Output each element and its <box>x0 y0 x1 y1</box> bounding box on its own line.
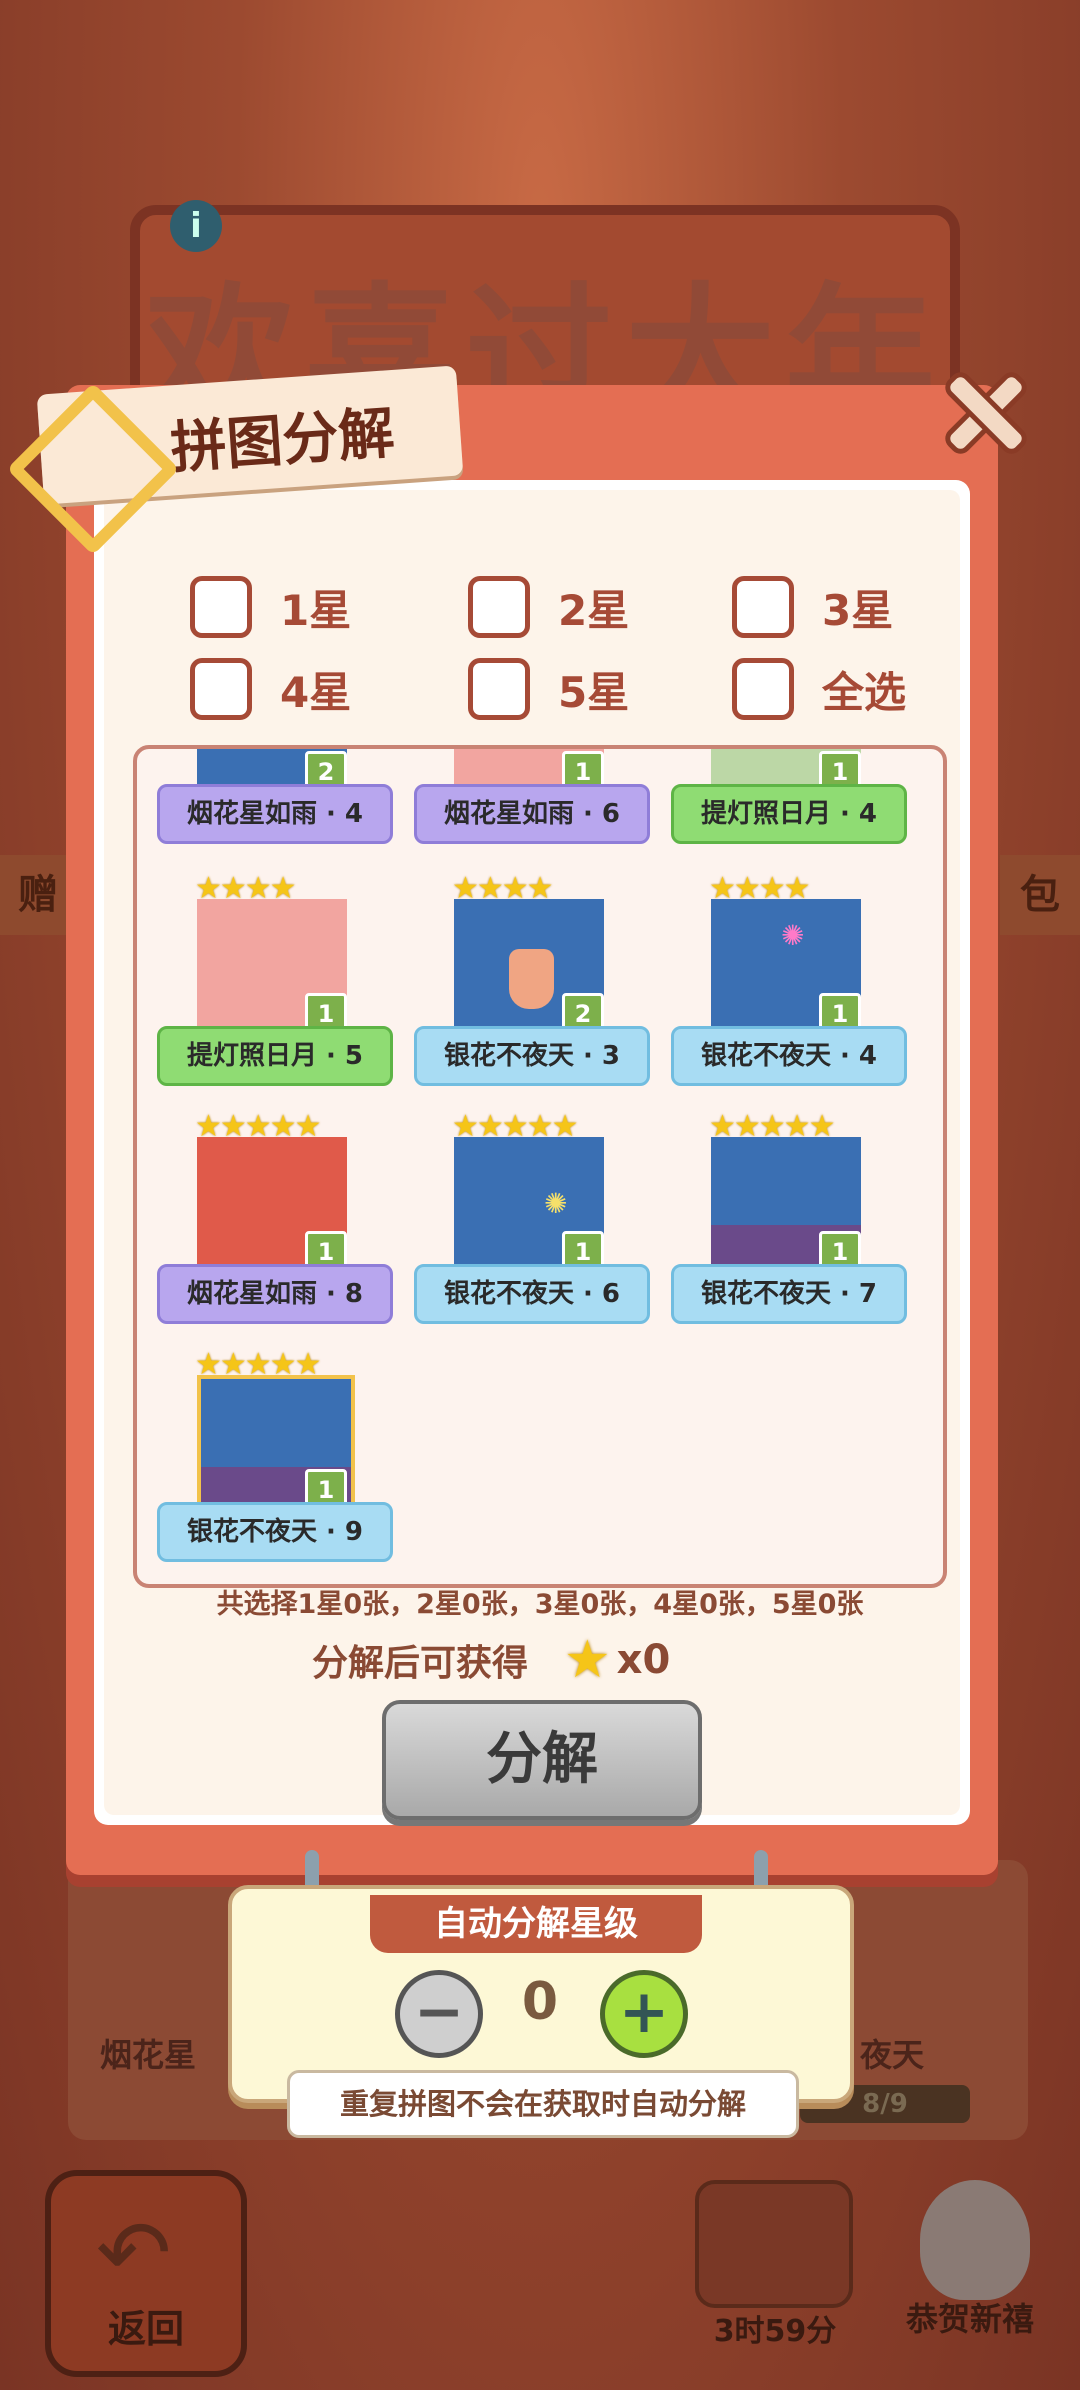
filter-5-star[interactable]: 5星 <box>468 658 629 720</box>
back-button[interactable]: ↶ 返回 <box>45 2170 247 2377</box>
timer-chest[interactable]: 3时59分 <box>680 2170 870 2350</box>
filter-label: 5星 <box>558 667 630 717</box>
checkbox-icon <box>468 658 530 720</box>
checkbox-icon <box>732 576 794 638</box>
puzzle-card-grid[interactable]: 2 烟花星如雨 · 4 1 烟花星如雨 · 6 1 提灯照日月 · 4 ★★★★… <box>133 745 947 1588</box>
checkbox-icon <box>190 658 252 720</box>
puzzle-card[interactable]: 2 烟花星如雨 · 4 <box>157 749 393 859</box>
card-name-ribbon: 银花不夜天 · 3 <box>414 1026 650 1086</box>
card-name-ribbon: 银花不夜天 · 9 <box>157 1502 393 1562</box>
filter-select-all[interactable]: 全选 <box>732 658 906 720</box>
puzzle-card[interactable]: ★★★★★ 1 银花不夜天 · 7 <box>671 1109 907 1339</box>
lantern-icon <box>509 949 554 1009</box>
back-button-label: 返回 <box>107 2307 184 2351</box>
firework-icon: ✺ <box>544 1187 568 1220</box>
filter-1-star[interactable]: 1星 <box>190 576 351 638</box>
card-name-ribbon: 提灯照日月 · 4 <box>671 784 907 844</box>
filter-label: 1星 <box>280 585 352 635</box>
card-name-ribbon: 烟花星如雨 · 4 <box>157 784 393 844</box>
new-year-greeting-button[interactable]: 恭贺新禧 <box>880 2170 1060 2350</box>
puzzle-card[interactable]: 1 烟花星如雨 · 6 <box>414 749 650 859</box>
auto-star-level-value: 0 <box>521 1972 559 2032</box>
album-right-title: 夜天 <box>860 2036 925 2074</box>
puzzle-card[interactable]: ★★★★★ ✺ 1 银花不夜天 · 6 <box>414 1109 650 1339</box>
filter-2-star[interactable]: 2星 <box>468 576 629 638</box>
mascot-icon <box>920 2180 1030 2300</box>
card-name-ribbon: 银花不夜天 · 7 <box>671 1264 907 1324</box>
filter-label: 2星 <box>558 585 630 635</box>
yield-count: x0 <box>616 1637 671 1683</box>
filter-label: 4星 <box>280 667 352 717</box>
info-icon[interactable]: i <box>170 200 222 252</box>
card-name-ribbon: 烟花星如雨 · 8 <box>157 1264 393 1324</box>
card-name-ribbon: 烟花星如雨 · 6 <box>414 784 650 844</box>
yield-row: 分解后可获得 ★ x0 <box>312 1630 670 1690</box>
modal-title: 拼图分解 <box>168 401 397 482</box>
puzzle-card[interactable]: ★★★★★ 1 烟花星如雨 · 8 <box>157 1109 393 1339</box>
firework-icon: ✺ <box>781 919 805 952</box>
puzzle-card[interactable]: ★★★★ ✺ 1 银花不夜天 · 4 <box>671 871 907 1101</box>
selection-summary: 共选择1星0张，2星0张，3星0张，4星0张，5星0张 <box>216 1589 864 1620</box>
album-left-title: 烟花星 <box>100 2036 197 2074</box>
card-name-ribbon: 银花不夜天 · 4 <box>671 1026 907 1086</box>
checkbox-icon <box>732 658 794 720</box>
auto-decompose-note: 重复拼图不会在获取时自动分解 <box>287 2070 799 2138</box>
checkbox-icon <box>190 576 252 638</box>
back-arrow-icon: ↶ <box>96 2201 172 2306</box>
auto-decompose-title: 自动分解星级 <box>370 1895 702 1953</box>
card-name-ribbon: 银花不夜天 · 6 <box>414 1264 650 1324</box>
filter-4-star[interactable]: 4星 <box>190 658 351 720</box>
puzzle-card[interactable]: ★★★★ 1 提灯照日月 · 5 <box>157 871 393 1101</box>
close-button[interactable] <box>942 372 1025 452</box>
new-year-greeting-label: 恭贺新禧 <box>905 2300 1034 2338</box>
filter-label: 3星 <box>822 585 894 635</box>
filter-label: 全选 <box>822 667 907 717</box>
minus-button[interactable]: − <box>395 1970 483 2058</box>
puzzle-card[interactable]: 1 提灯照日月 · 4 <box>671 749 907 859</box>
card-name-ribbon: 提灯照日月 · 5 <box>157 1026 393 1086</box>
plus-button[interactable]: + <box>600 1970 688 2058</box>
decompose-button[interactable]: 分解 <box>382 1700 702 1820</box>
filter-3-star[interactable]: 3星 <box>732 576 893 638</box>
checkbox-icon <box>468 576 530 638</box>
timer-label: 3时59分 <box>713 2314 837 2349</box>
star-icon: ★ <box>564 1630 611 1690</box>
puzzle-card[interactable]: ★★★★ 2 银花不夜天 · 3 <box>414 871 650 1101</box>
right-edge-label: 包 <box>1000 855 1080 935</box>
puzzle-card[interactable]: ★★★★★ 1 银花不夜天 · 9 <box>157 1347 393 1577</box>
yield-label: 分解后可获得 <box>312 1643 529 1684</box>
red-envelope-icon <box>695 2180 853 2308</box>
